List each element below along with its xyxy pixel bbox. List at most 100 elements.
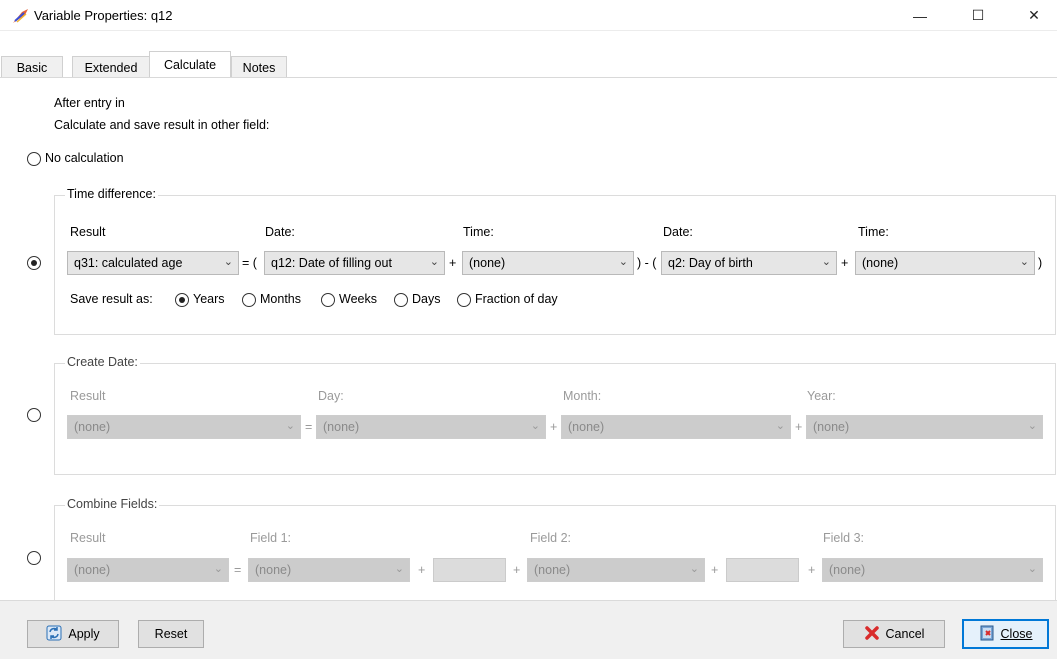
combo-value: (none) — [74, 420, 111, 434]
cd-day-dropdown[interactable]: (none) ⌄ — [316, 415, 546, 439]
td-date2-label: Date: — [663, 225, 693, 239]
apply-button[interactable]: Apply — [27, 620, 119, 648]
save-years-radio[interactable] — [175, 293, 189, 307]
save-months-label: Months — [260, 292, 301, 306]
combo-value: (none) — [862, 256, 899, 270]
chevron-down-icon: ⌄ — [213, 563, 223, 575]
save-result-as-label: Save result as: — [70, 292, 153, 306]
combo-value: (none) — [255, 563, 292, 577]
tab-label: Notes — [242, 60, 276, 75]
combo-value: (none) — [568, 420, 605, 434]
time-difference-radio[interactable] — [27, 256, 41, 270]
close-window-button[interactable]: ✕ — [1011, 0, 1057, 31]
cf-field2-dropdown[interactable]: (none) ⌄ — [527, 558, 705, 582]
td-result-dropdown[interactable]: q31: calculated age ⌄ — [67, 251, 239, 275]
tab-notes[interactable]: Notes — [231, 56, 287, 78]
cd-day-label: Day: — [318, 389, 344, 403]
cf-separator-2-input[interactable] — [726, 558, 799, 582]
chevron-down-icon: ⌄ — [1027, 563, 1037, 575]
chevron-down-icon: ⌄ — [1019, 256, 1029, 268]
cf-field3-dropdown[interactable]: (none) ⌄ — [822, 558, 1043, 582]
save-months-radio[interactable] — [242, 293, 256, 307]
no-calculation-label: No calculation — [45, 151, 124, 165]
cancel-label: Cancel — [885, 627, 925, 641]
chevron-down-icon: ⌄ — [530, 420, 540, 432]
cd-year-dropdown[interactable]: (none) ⌄ — [806, 415, 1043, 439]
td-close-minus-open: ) - ( — [637, 256, 657, 270]
cf-plus-2: + — [513, 563, 521, 577]
cd-month-dropdown[interactable]: (none) ⌄ — [561, 415, 791, 439]
cf-plus-3: + — [711, 563, 719, 577]
cd-year-label: Year: — [807, 389, 836, 403]
cf-field1-label: Field 1: — [250, 531, 291, 545]
tab-calculate[interactable]: Calculate — [149, 51, 231, 78]
td-time2-dropdown[interactable]: (none) ⌄ — [855, 251, 1035, 275]
combo-value: (none) — [534, 563, 571, 577]
tab-label: Calculate — [163, 58, 217, 72]
combo-value: q2: Day of birth — [668, 256, 753, 270]
tab-basic[interactable]: Basic — [1, 56, 63, 78]
save-fraction-label: Fraction of day — [475, 292, 558, 306]
cd-plus-1: + — [550, 420, 558, 434]
window-title: Variable Properties: q12 — [34, 8, 173, 23]
combo-value: q31: calculated age — [74, 256, 183, 270]
cf-field2-label: Field 2: — [530, 531, 571, 545]
cd-plus-2: + — [795, 420, 803, 434]
chevron-down-icon: ⌄ — [285, 420, 295, 432]
td-time2-label: Time: — [858, 225, 889, 239]
tab-extended[interactable]: Extended — [72, 56, 150, 78]
combine-fields-legend: Combine Fields: — [65, 497, 160, 511]
refresh-icon — [46, 625, 62, 644]
create-date-radio[interactable] — [27, 408, 41, 422]
time-difference-legend: Time difference: — [65, 187, 158, 201]
cd-result-label: Result — [70, 389, 106, 403]
chevron-down-icon: ⌄ — [775, 420, 785, 432]
td-result-label: Result — [70, 225, 106, 239]
cf-plus-1: + — [418, 563, 426, 577]
combo-value: q12: Date of filling out — [271, 256, 392, 270]
cd-eq: = — [305, 420, 313, 434]
minimize-button[interactable]: — — [897, 0, 943, 31]
save-days-radio[interactable] — [394, 293, 408, 307]
cf-field3-label: Field 3: — [823, 531, 864, 545]
intro-line-2: Calculate and save result in other field… — [54, 118, 270, 132]
save-weeks-radio[interactable] — [321, 293, 335, 307]
chevron-down-icon: ⌄ — [618, 256, 628, 268]
chevron-down-icon: ⌄ — [394, 563, 404, 575]
td-date2-dropdown[interactable]: q2: Day of birth ⌄ — [661, 251, 837, 275]
maximize-button[interactable]: ☐ — [955, 0, 1001, 31]
chevron-down-icon: ⌄ — [1027, 420, 1037, 432]
apply-label: Apply — [68, 627, 100, 641]
combo-value: (none) — [469, 256, 506, 270]
cf-result-dropdown[interactable]: (none) ⌄ — [67, 558, 229, 582]
cf-result-label: Result — [70, 531, 106, 545]
td-close: ) — [1038, 256, 1043, 270]
cd-result-dropdown[interactable]: (none) ⌄ — [67, 415, 301, 439]
cf-plus-4: + — [808, 563, 816, 577]
cf-field1-dropdown[interactable]: (none) ⌄ — [248, 558, 410, 582]
td-date1-dropdown[interactable]: q12: Date of filling out ⌄ — [264, 251, 445, 275]
reset-button[interactable]: Reset — [138, 620, 204, 648]
save-fraction-radio[interactable] — [457, 293, 471, 307]
chevron-down-icon: ⌄ — [821, 256, 831, 268]
tab-label: Basic — [16, 60, 48, 75]
app-feather-icon — [12, 8, 30, 24]
reset-label: Reset — [154, 627, 188, 641]
td-time1-dropdown[interactable]: (none) ⌄ — [462, 251, 634, 275]
save-years-label: Years — [193, 292, 225, 306]
cancel-button[interactable]: Cancel — [843, 620, 945, 648]
cf-separator-1-input[interactable] — [433, 558, 506, 582]
tab-label: Extended — [84, 60, 138, 75]
cd-month-label: Month: — [563, 389, 602, 403]
combine-fields-radio[interactable] — [27, 551, 41, 565]
create-date-legend: Create Date: — [65, 355, 140, 369]
td-eq-open: = ( — [242, 256, 257, 270]
td-plus-1: + — [449, 256, 457, 270]
chevron-down-icon: ⌄ — [429, 256, 439, 268]
td-plus-2: + — [841, 256, 849, 270]
cf-eq: = — [234, 563, 242, 577]
combo-value: (none) — [323, 420, 360, 434]
combo-value: (none) — [813, 420, 850, 434]
close-button[interactable]: Close — [962, 619, 1049, 649]
no-calculation-radio[interactable] — [27, 152, 41, 166]
